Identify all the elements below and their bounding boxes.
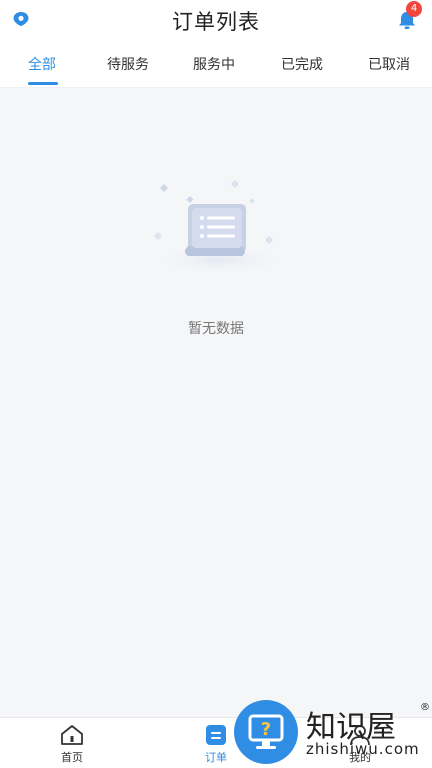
tab-pending-service[interactable]: 待服务 bbox=[107, 54, 149, 74]
tab-cancelled[interactable]: 已取消 bbox=[368, 54, 410, 74]
app-header: 订单列表 4 bbox=[0, 0, 432, 40]
page-title: 订单列表 bbox=[172, 10, 260, 34]
help-monitor-icon: ? bbox=[248, 714, 284, 749]
notification-badge: 4 bbox=[406, 1, 422, 17]
tab-in-service[interactable]: 服务中 bbox=[193, 54, 235, 74]
watermark-registered: ® bbox=[420, 702, 430, 713]
empty-list-icon bbox=[147, 180, 291, 276]
order-list-icon bbox=[206, 725, 226, 745]
watermark-circle: ? bbox=[234, 700, 298, 764]
active-tab-indicator bbox=[28, 82, 58, 85]
svg-text:?: ? bbox=[261, 719, 271, 740]
watermark-logo: ? 知识屋 ® zhishiwu.com bbox=[234, 700, 432, 768]
tab-completed[interactable]: 已完成 bbox=[281, 54, 323, 74]
nav-home-label: 首页 bbox=[61, 751, 83, 764]
tab-all[interactable]: 全部 bbox=[28, 54, 56, 74]
empty-state-text: 暂无数据 bbox=[188, 321, 244, 337]
home-icon bbox=[61, 725, 83, 745]
watermark-subtitle: zhishiwu.com bbox=[306, 740, 420, 758]
order-status-tabs: 全部 待服务 服务中 已完成 已取消 bbox=[0, 40, 432, 88]
nav-home[interactable]: 首页 bbox=[32, 718, 112, 768]
